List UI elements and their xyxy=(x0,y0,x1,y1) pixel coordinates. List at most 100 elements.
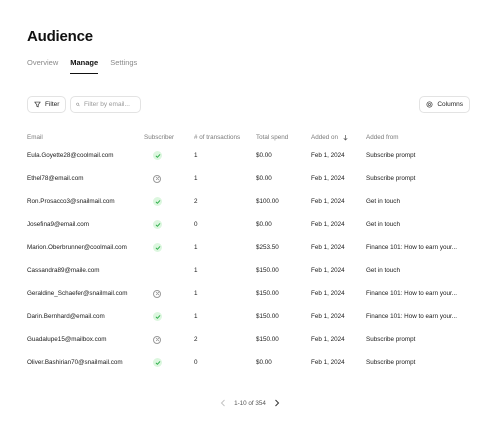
cell-email: Josefina9@email.com xyxy=(27,221,90,228)
cell-total-spend: $150.00 xyxy=(256,336,279,343)
cell-email: Marion.Oberbrunner@coolmail.com xyxy=(27,244,127,251)
filter-icon xyxy=(34,101,41,108)
columns-button[interactable]: Columns xyxy=(419,96,470,113)
search-input[interactable] xyxy=(84,101,140,108)
filter-button[interactable]: Filter xyxy=(27,96,67,113)
cell-added-from: Subscribe prompt xyxy=(366,336,416,343)
cell-total-spend: $0.00 xyxy=(256,175,272,182)
cell-added-on: Feb 1, 2024 xyxy=(311,359,345,366)
tab-manage[interactable]: Manage xyxy=(70,58,99,74)
cell-added-from: Subscribe prompt xyxy=(366,359,416,366)
cell-transactions: 2 xyxy=(194,336,198,343)
search-icon xyxy=(76,102,80,107)
cell-added-on: Feb 1, 2024 xyxy=(311,198,345,205)
x-circle-icon xyxy=(153,289,161,298)
cell-total-spend: $100.00 xyxy=(256,198,279,205)
cell-added-on: Feb 1, 2024 xyxy=(311,152,345,159)
tab-overview[interactable]: Overview xyxy=(27,58,58,74)
cell-subscriber xyxy=(144,243,194,252)
table-row[interactable]: Darin.Bernhard@email.com 1 $150.00 Feb 1, 2… xyxy=(27,305,467,328)
cell-added-from: Finance 101: How to earn your... xyxy=(366,244,458,251)
table-row[interactable]: Ethel78@email.com 1 $0.00 Feb 1, 2024 Subscr… xyxy=(27,167,467,190)
cell-subscriber xyxy=(144,289,194,298)
cell-added-on: Feb 1, 2024 xyxy=(311,221,345,228)
cell-transactions: 1 xyxy=(194,290,198,297)
cell-added-from: Get in touch xyxy=(366,267,400,274)
cell-email: Geraldine_Schaefer@snailmail.com xyxy=(27,290,128,297)
cell-added-from: Get in touch xyxy=(366,221,400,228)
check-icon xyxy=(153,358,162,367)
x-circle-icon xyxy=(153,335,161,344)
cell-transactions: 1 xyxy=(194,313,198,320)
cell-added-from: Subscribe prompt xyxy=(366,175,416,182)
search-field[interactable] xyxy=(70,96,141,113)
next-page-button[interactable] xyxy=(271,397,283,409)
cell-email: Cassandra89@maile.com xyxy=(27,267,100,274)
sort-down-icon xyxy=(343,134,348,140)
header-added-on-label: Added on xyxy=(311,133,338,141)
cell-added-on: Feb 1, 2024 xyxy=(311,244,345,251)
chevron-left-icon xyxy=(220,399,225,407)
table-row[interactable]: Oliver.Bashirian70@snailmail.com 0 $0.00 Fe… xyxy=(27,351,467,374)
page-title: Audience xyxy=(27,28,93,45)
table-row[interactable]: Geraldine_Schaefer@snailmail.com 1 $150.00… xyxy=(27,282,467,305)
cell-total-spend: $150.00 xyxy=(256,267,279,274)
cell-email: Darin.Bernhard@email.com xyxy=(27,313,105,320)
check-icon xyxy=(153,243,162,252)
x-circle-icon xyxy=(153,174,161,183)
cell-subscriber xyxy=(144,197,194,206)
cell-transactions: 1 xyxy=(194,267,198,274)
cell-email: Oliver.Bashirian70@snailmail.com xyxy=(27,359,123,366)
table-row[interactable]: Josefina9@email.com 0 $0.00 Feb 1, 2024 Get … xyxy=(27,213,467,236)
cell-subscriber xyxy=(144,220,194,229)
table-row[interactable]: Ron.Prosacco3@snailmail.com 2 $100.00 Feb 1… xyxy=(27,190,467,213)
cell-added-from: Subscribe prompt xyxy=(366,152,416,159)
tab-settings[interactable]: Settings xyxy=(110,58,137,74)
header-transactions[interactable]: # of transactions xyxy=(194,134,256,141)
cell-total-spend: $150.00 xyxy=(256,290,279,297)
cell-email: Ron.Prosacco3@snailmail.com xyxy=(27,198,115,205)
header-added-from[interactable]: Added from xyxy=(366,134,467,141)
cell-subscriber xyxy=(144,174,194,183)
cell-transactions: 0 xyxy=(194,359,198,366)
cell-email: Ethel78@email.com xyxy=(27,175,84,182)
filter-button-label: Filter xyxy=(45,101,60,108)
cell-added-on: Feb 1, 2024 xyxy=(311,290,345,297)
cell-subscriber xyxy=(144,358,194,367)
columns-button-label: Columns xyxy=(437,101,463,108)
cell-total-spend: $0.00 xyxy=(256,152,272,159)
check-icon xyxy=(153,220,162,229)
cell-added-from: Get in touch xyxy=(366,198,400,205)
check-icon xyxy=(153,197,162,206)
cell-added-on: Feb 1, 2024 xyxy=(311,175,345,182)
table-row[interactable]: Marion.Oberbrunner@coolmail.com 1 $253.50 F… xyxy=(27,236,467,259)
header-subscriber[interactable]: Subscriber xyxy=(144,134,194,141)
check-icon xyxy=(153,312,162,321)
cell-added-on: Feb 1, 2024 xyxy=(311,313,345,320)
cell-subscriber xyxy=(144,312,194,321)
cell-total-spend: $150.00 xyxy=(256,313,279,320)
cell-transactions: 1 xyxy=(194,244,198,251)
previous-page-button[interactable] xyxy=(217,397,229,409)
cell-email: Guadalupe15@mailbox.com xyxy=(27,336,107,343)
pagination-text: 1-10 of 354 xyxy=(234,399,266,407)
header-total-spend[interactable]: Total spend xyxy=(256,134,311,141)
tab-bar: Overview Manage Settings xyxy=(27,58,149,74)
cell-total-spend: $253.50 xyxy=(256,244,279,251)
table-body: Eula.Goyette28@coolmail.com 1 $0.00 Feb 1, … xyxy=(27,144,467,374)
header-email[interactable]: Email xyxy=(27,134,144,141)
chevron-right-icon xyxy=(275,399,280,407)
cell-transactions: 0 xyxy=(194,221,198,228)
table-row[interactable]: Eula.Goyette28@coolmail.com 1 $0.00 Feb 1, … xyxy=(27,144,467,167)
table-row[interactable]: Cassandra89@maile.com 1 $150.00 Feb 1, 2024… xyxy=(27,259,467,282)
cell-added-from: Finance 101: How to earn your... xyxy=(366,313,458,320)
pagination: 1-10 of 354 xyxy=(0,397,500,409)
table-row[interactable]: Guadalupe15@mailbox.com 2 $150.00 Feb 1, 20… xyxy=(27,328,467,351)
cell-total-spend: $0.00 xyxy=(256,221,272,228)
cell-added-on: Feb 1, 2024 xyxy=(311,336,345,343)
cell-email: Eula.Goyette28@coolmail.com xyxy=(27,152,114,159)
cell-subscriber xyxy=(144,151,194,160)
header-added-on[interactable]: Added on xyxy=(311,134,366,141)
cell-added-from: Finance 101: How to earn your... xyxy=(366,290,458,297)
cell-transactions: 1 xyxy=(194,175,198,182)
